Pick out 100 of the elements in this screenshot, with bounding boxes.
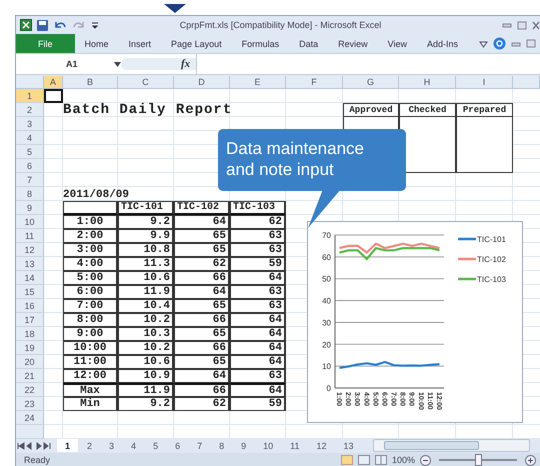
insert-function-button[interactable]: fx [121,58,196,70]
spreadsheet-app-icon[interactable] [20,19,32,31]
table-cell: 64 [230,313,286,327]
y-axis-label: 70 [322,231,331,240]
page-break-view-icon[interactable] [374,455,387,465]
sheet-tab[interactable]: 4 [123,439,144,452]
sheet-tab[interactable]: 5 [145,439,166,452]
undo-icon[interactable] [53,20,67,30]
table-cell: 10.2 [118,313,174,327]
row-header[interactable]: 11 [16,229,44,243]
ribbon-tab[interactable]: Data [289,34,328,53]
page-layout-view-icon[interactable] [358,455,370,465]
sheet-tab[interactable]: 7 [189,439,210,452]
zoom-out-icon[interactable] [420,454,431,466]
sheet-tab[interactable]: 8 [211,439,232,452]
row-header[interactable]: 7 [16,173,44,187]
collapse-ribbon-icon[interactable] [479,40,488,48]
row-header[interactable]: 24 [16,411,44,425]
sheet-tab[interactable]: 9 [233,439,254,452]
row-header[interactable]: 20 [16,355,44,369]
row-header[interactable]: 5 [16,145,44,159]
table-cell: 64 [230,355,286,369]
minimize-icon[interactable] [511,40,521,48]
column-header[interactable]: D [174,76,230,89]
sheet-tab[interactable]: 13 [336,439,362,452]
horizontal-scrollbar[interactable] [372,439,530,452]
ribbon-tab[interactable]: Add-Ins [417,34,468,53]
time-cell: 9:00 [63,327,118,341]
y-axis-label: 50 [322,274,331,284]
approval-header: Checked [399,103,456,117]
ribbon-tab[interactable]: Insert [118,34,162,53]
sheet-tab[interactable]: 2 [79,439,100,452]
column-header[interactable]: E [230,76,286,89]
legend-label: TIC-102 [477,255,506,264]
column-header[interactable]: I [456,76,513,89]
ribbon-tab[interactable]: Formulas [232,34,290,53]
normal-view-icon[interactable] [340,455,353,465]
table-cell: 65 [174,229,230,243]
row-header[interactable]: 2 [16,103,44,117]
active-cell[interactable] [44,89,63,103]
row-header[interactable]: 15 [16,285,44,299]
approval-header: Approved [343,103,399,117]
row-header[interactable]: 14 [16,271,44,285]
sheet-tab[interactable]: 3 [101,439,122,452]
column-header[interactable]: B [63,76,118,89]
column-header[interactable]: H [399,76,456,89]
column-header[interactable]: G [343,76,399,89]
customize-toolbar-icon[interactable] [91,20,99,30]
table-cell: 63 [230,229,286,243]
ribbon-tab[interactable]: Review [328,34,378,53]
close-icon[interactable] [532,20,540,30]
table-cell: 64 [174,285,230,299]
table-cell: 66 [174,313,230,327]
approval-header: Prepared [456,103,513,117]
row-header[interactable]: 22 [16,383,44,397]
sheet-tab[interactable]: 11 [282,439,308,452]
sheet-tab[interactable]: 1 [57,439,78,452]
column-header[interactable]: C [118,76,174,89]
window-title: CprpFmt.xls [Compatibility Mode] - Microsoft Excel [178,20,382,30]
ribbon-tab[interactable]: Page Layout [161,34,232,53]
row-header[interactable]: 12 [16,243,44,257]
row-header[interactable]: 8 [16,187,44,201]
zoom-level[interactable]: 100% [392,455,415,465]
row-header[interactable]: 23 [16,397,44,411]
table-cell: 10.9 [118,369,174,383]
row-header[interactable]: 18 [16,327,44,341]
table-cell: 10.2 [118,341,174,355]
row-header[interactable]: 10 [16,215,44,229]
column-header[interactable]: F [286,76,343,89]
zoom-slider-thumb[interactable] [474,454,482,466]
name-box[interactable]: A1 [16,59,121,69]
row-header[interactable]: 3 [16,117,44,131]
row-header[interactable]: 21 [16,369,44,383]
row-header[interactable]: 6 [16,159,44,173]
redo-icon[interactable] [72,20,86,30]
y-axis-label: 40 [322,296,331,306]
row-header[interactable]: 16 [16,299,44,313]
table-cell: 59 [230,397,286,411]
row-header[interactable]: 4 [16,131,44,145]
signature-cell [456,117,513,173]
help-icon[interactable] [493,37,506,50]
ribbon-tab[interactable]: File [16,34,75,53]
row-header[interactable]: 17 [16,313,44,327]
save-icon[interactable] [37,20,48,30]
column-header[interactable]: A [44,76,63,89]
row-header[interactable]: 19 [16,341,44,355]
sheet-tab[interactable]: 6 [167,439,188,452]
zoom-in-icon[interactable] [525,454,536,466]
table-cell: 64 [230,327,286,341]
table-cell: 63 [230,285,286,299]
summary-label: Max [63,383,118,397]
row-header[interactable]: 1 [16,89,44,103]
row-header[interactable]: 9 [16,201,44,215]
row-header[interactable]: 13 [16,257,44,271]
ribbon-tab[interactable]: Home [74,34,119,53]
sheet-tab[interactable]: 12 [308,439,335,452]
minimize-icon[interactable] [502,21,512,29]
ribbon-tab[interactable]: View [378,34,417,53]
time-cell: 1:00 [63,215,118,229]
sheet-tab[interactable]: 10 [255,439,282,452]
